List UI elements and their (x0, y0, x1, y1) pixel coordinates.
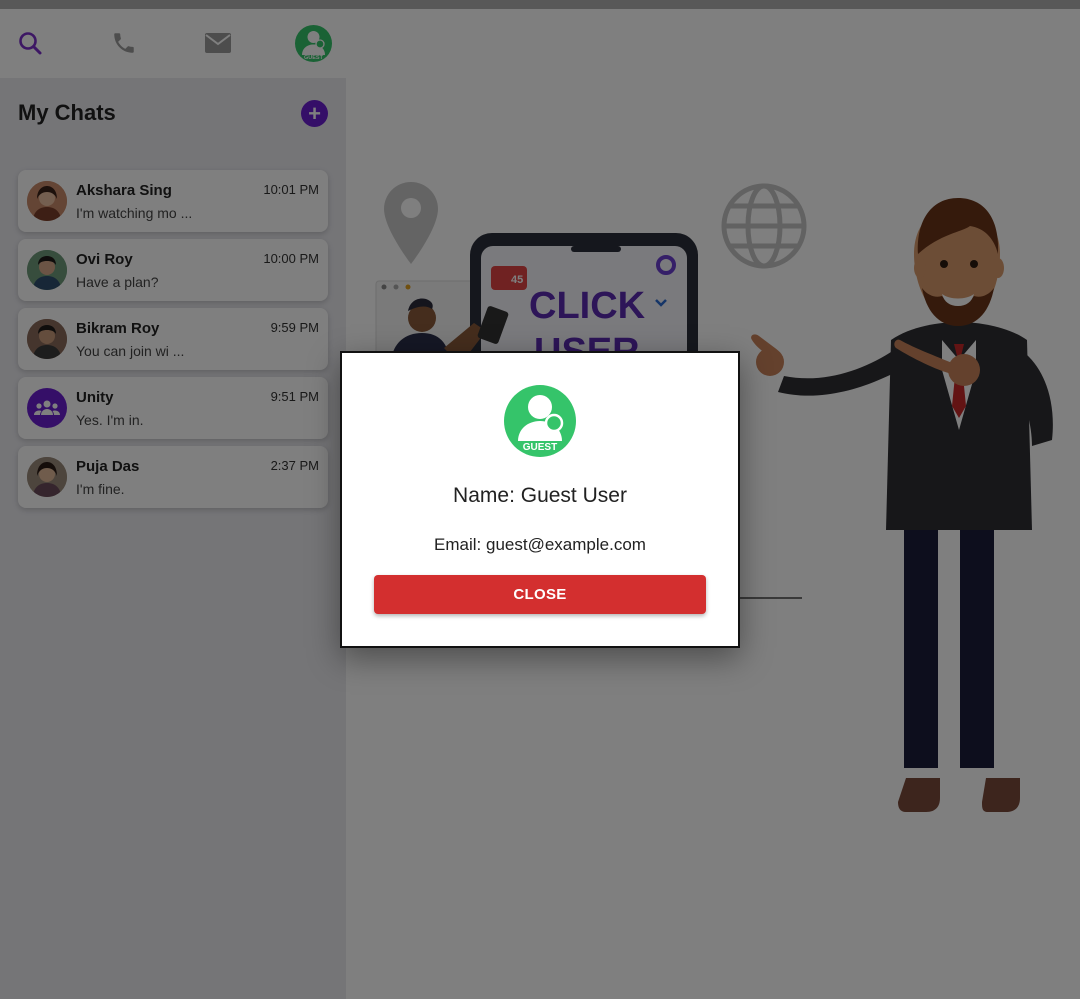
profile-modal: GUEST Name: Guest User Email: guest@exam… (340, 351, 740, 648)
close-button[interactable]: CLOSE (374, 575, 706, 614)
profile-name: Name: Guest User (453, 484, 627, 507)
guest-avatar-label: GUEST (523, 442, 557, 453)
profile-email: Email: guest@example.com (434, 535, 646, 554)
guest-avatar: GUEST (504, 385, 576, 457)
